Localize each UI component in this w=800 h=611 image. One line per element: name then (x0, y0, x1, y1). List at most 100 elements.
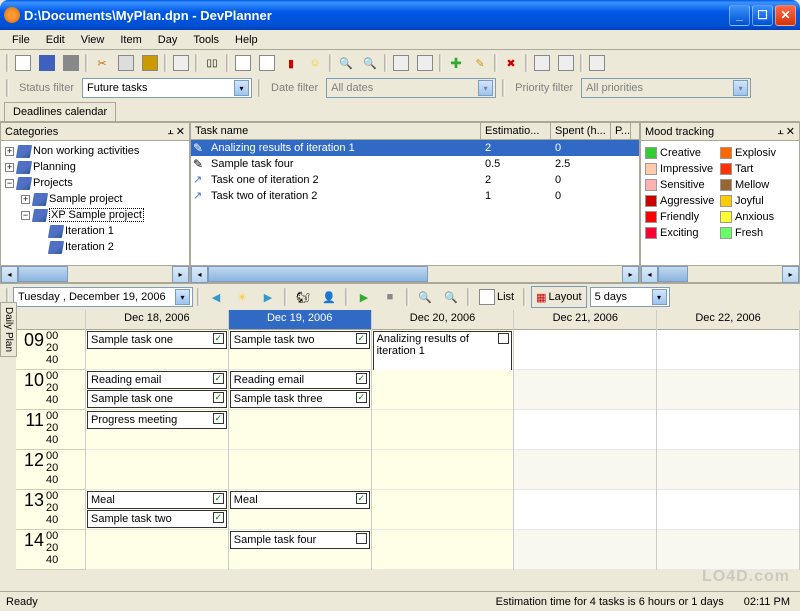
event-checkbox[interactable]: ✓ (356, 373, 367, 384)
calendar-event[interactable]: Reading email✓ (87, 371, 227, 389)
event-checkbox[interactable] (498, 333, 509, 344)
mood-item[interactable]: Anxious (720, 209, 795, 225)
mood-item[interactable]: Friendly (645, 209, 720, 225)
calendar-cell[interactable] (657, 530, 799, 570)
scroll-right-icon[interactable]: ▸ (622, 266, 639, 283)
maximize-button[interactable]: ☐ (752, 5, 773, 26)
calendar-cell[interactable] (372, 450, 514, 490)
col-taskname[interactable]: Task name (191, 123, 481, 139)
day-column[interactable]: Dec 20, 2006Analizing results of iterati… (372, 310, 515, 570)
cal-zoomout-button[interactable]: 🔍 (440, 286, 462, 308)
calendar-cell[interactable] (514, 410, 656, 450)
mood-item[interactable]: Aggressive (645, 193, 720, 209)
menu-edit[interactable]: Edit (38, 32, 73, 48)
pin-icon[interactable]: ⫠ (167, 125, 174, 138)
mood-grid[interactable]: CreativeExplosivImpressiveTartSensitiveM… (641, 141, 799, 265)
print-button[interactable] (60, 52, 82, 74)
tree-item[interactable]: +Planning (3, 159, 187, 175)
menu-file[interactable]: File (4, 32, 38, 48)
play-button[interactable]: ▶ (353, 286, 375, 308)
calendar-event[interactable]: Sample task four (230, 531, 370, 549)
calendar-event[interactable]: Sample task two✓ (230, 331, 370, 349)
nav1-button[interactable] (390, 52, 412, 74)
close-button[interactable]: ✕ (775, 5, 796, 26)
col-priority[interactable]: P... (611, 123, 631, 139)
calendar-cell[interactable]: Meal✓ (229, 490, 371, 530)
calendar-cell[interactable] (657, 450, 799, 490)
tool3-button[interactable] (586, 52, 608, 74)
calendar-cell[interactable]: Sample task four (229, 530, 371, 570)
calendar-cell[interactable] (514, 530, 656, 570)
mood-item[interactable]: Explosiv (720, 145, 795, 161)
close-icon[interactable]: ✕ (786, 125, 795, 138)
day-header[interactable]: Dec 22, 2006 (657, 310, 799, 330)
event-checkbox[interactable]: ✓ (356, 392, 367, 403)
event-checkbox[interactable]: ✓ (356, 493, 367, 504)
event-checkbox[interactable]: ✓ (356, 333, 367, 344)
view1-button[interactable]: ▯▯ (201, 52, 223, 74)
calendar-event[interactable]: Meal✓ (87, 491, 227, 509)
calendar-cell[interactable] (372, 410, 514, 450)
tab-deadlines[interactable]: Deadlines calendar (4, 102, 116, 121)
stop-button[interactable]: ■ (379, 286, 401, 308)
mood-item[interactable]: Mellow (720, 177, 795, 193)
properties-button[interactable] (170, 52, 192, 74)
pin-icon[interactable]: ⫠ (777, 125, 784, 138)
scroll-right-icon[interactable]: ▸ (782, 266, 799, 283)
calendar-cell[interactable] (514, 370, 656, 410)
calendar-cell[interactable]: Sample task two✓ (229, 330, 371, 370)
tasks-list[interactable]: Analizing results of iteration 120Sample… (191, 140, 639, 265)
menu-tools[interactable]: Tools (185, 32, 227, 48)
list-view-button[interactable]: List (475, 286, 518, 308)
date-filter-combo[interactable]: All dates ▾ (326, 78, 496, 98)
menu-day[interactable]: Day (150, 32, 186, 48)
calendar-event[interactable]: Progress meeting✓ (87, 411, 227, 429)
prev-day-button[interactable]: ◀ (205, 286, 227, 308)
tree-toggle-icon[interactable]: − (5, 179, 14, 188)
mood-item[interactable]: Creative (645, 145, 720, 161)
chart-button[interactable]: ▮ (280, 52, 302, 74)
day-range-combo[interactable]: 5 days ▾ (590, 287, 670, 307)
calendar-cell[interactable] (372, 530, 514, 570)
task-row[interactable]: Analizing results of iteration 120 (191, 140, 639, 156)
calendar-cell[interactable] (229, 450, 371, 490)
copy-button[interactable] (115, 52, 137, 74)
tool1-button[interactable] (531, 52, 553, 74)
calendar-cell[interactable] (657, 370, 799, 410)
tree-toggle-icon[interactable]: + (5, 163, 14, 172)
date-picker[interactable]: Tuesday , December 19, 2006 ▾ (13, 287, 193, 307)
mood-hscroll[interactable]: ◂ ▸ (641, 265, 799, 282)
day-header[interactable]: Dec 19, 2006 (229, 310, 371, 330)
calendar-event[interactable]: Reading email✓ (230, 371, 370, 389)
tasks-hscroll[interactable]: ◂ ▸ (191, 265, 639, 282)
event-checkbox[interactable]: ✓ (213, 392, 224, 403)
day-column[interactable]: Dec 18, 2006Sample task one✓Reading emai… (86, 310, 229, 570)
cal-zoomin-button[interactable]: 🔍 (414, 286, 436, 308)
calendar-event[interactable]: Sample task one✓ (87, 390, 227, 408)
scroll-left-icon[interactable]: ◂ (1, 266, 18, 283)
new-button[interactable] (12, 52, 34, 74)
categories-hscroll[interactable]: ◂ ▸ (1, 265, 189, 282)
calendar-event[interactable]: Sample task three✓ (230, 390, 370, 408)
today-button[interactable]: ☀ (231, 286, 253, 308)
close-icon[interactable]: ✕ (176, 125, 185, 138)
task-row[interactable]: Task two of iteration 210 (191, 188, 639, 204)
calendar-cell[interactable]: Reading email✓Sample task one✓ (86, 370, 228, 410)
event-checkbox[interactable]: ✓ (213, 493, 224, 504)
calendar-cell[interactable] (86, 450, 228, 490)
event-checkbox[interactable]: ✓ (213, 512, 224, 523)
view2-button[interactable] (232, 52, 254, 74)
mood-item[interactable]: Fresh (720, 225, 795, 241)
task-row[interactable]: Sample task four0.52.5 (191, 156, 639, 172)
tree-toggle-icon[interactable]: + (5, 147, 14, 156)
calendar-cell[interactable] (229, 410, 371, 450)
calendar-cell[interactable] (657, 410, 799, 450)
next-day-button[interactable]: ▶ (257, 286, 279, 308)
calendar-cell[interactable]: Progress meeting✓ (86, 410, 228, 450)
event-checkbox[interactable]: ✓ (213, 333, 224, 344)
day-header[interactable]: Dec 18, 2006 (86, 310, 228, 330)
priority-filter-combo[interactable]: All priorities ▾ (581, 78, 751, 98)
menu-help[interactable]: Help (227, 32, 266, 48)
calendar-cell[interactable]: Sample task one✓ (86, 330, 228, 370)
cal-btn1[interactable]: 🐿 (292, 286, 314, 308)
